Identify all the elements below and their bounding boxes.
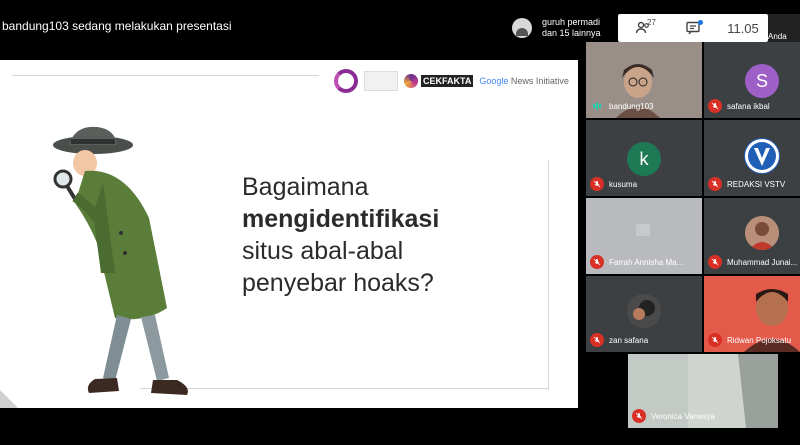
participant-video-icon — [636, 224, 650, 236]
mic-off-icon — [590, 177, 604, 191]
participant-photo-icon — [627, 294, 661, 328]
participant-label: Farrah Annisha Ma... — [590, 255, 683, 269]
news-initiative-text: News Initiative — [508, 76, 569, 86]
participant-photo-icon — [745, 216, 779, 250]
participant-tile[interactable]: bandung103 — [586, 42, 702, 118]
partner-logos: CEKFAKTA Google News Initiative — [334, 68, 569, 94]
slide-title-line: situs abal-abal — [242, 237, 404, 265]
speaking-indicator-icon — [590, 99, 604, 113]
participant-tile[interactable]: Ridwan Pojoksatu — [704, 276, 800, 352]
participant-name: Muhammad Junai... — [727, 257, 798, 267]
participant-label: zan safana — [590, 333, 648, 347]
participant-tile[interactable]: S safana ikbal — [704, 42, 800, 118]
participant-name: bandung103 — [609, 101, 654, 111]
participant-label: bandung103 — [590, 99, 654, 113]
clock: 11.05 — [718, 14, 768, 42]
slide-title: Bagaimana mengidentifikasi situs abal-ab… — [242, 171, 542, 299]
participant-label: Ridwan Pojoksatu — [708, 333, 791, 347]
slide-corner-decoration — [0, 390, 18, 408]
mic-off-icon — [590, 333, 604, 347]
participant-label: safana ikbal — [708, 99, 770, 113]
vstv-logo-icon — [744, 138, 780, 174]
self-view-tile[interactable]: Anda — [768, 14, 800, 42]
participant-name: Ridwan Pojoksatu — [727, 335, 792, 345]
partner-logo-icon — [364, 71, 398, 91]
mic-off-icon — [632, 409, 646, 423]
participant-label: Muhammad Junai... — [708, 255, 797, 269]
participant-name: Veronica Vanesya — [651, 411, 715, 421]
participant-tile[interactable]: Muhammad Junai... — [704, 198, 800, 274]
slide-title-line: penyebar hoaks? — [242, 269, 434, 297]
slide-frame-line — [12, 75, 319, 76]
participants-preview-text: guruh permadi dan 15 lainnya — [542, 17, 601, 39]
chat-unread-dot — [698, 20, 703, 25]
presentation-slide: CEKFAKTA Google News Initiative Bagaiman… — [0, 60, 578, 408]
mic-off-icon — [708, 333, 722, 347]
google-logo-text: Google — [479, 76, 509, 86]
mic-off-icon — [708, 255, 722, 269]
mic-off-icon — [590, 255, 604, 269]
participant-label: kusuma — [590, 177, 637, 191]
swirl-logo-icon — [334, 69, 358, 93]
participant-tile[interactable]: REDAKSI VSTV — [704, 120, 800, 196]
cekfakta-circle-icon — [404, 74, 418, 88]
participants-preview[interactable]: guruh permadi dan 15 lainnya — [508, 14, 618, 42]
cekfakta-logo-text: CEKFAKTA — [421, 75, 474, 87]
mic-off-icon — [708, 177, 722, 191]
participant-tile[interactable]: Farrah Annisha Ma... — [586, 198, 702, 274]
participant-grid: bandung103 S safana ikbal k kusuma REDAK… — [584, 42, 800, 445]
presenting-notice: bandung103 sedang melakukan presentasi — [2, 19, 232, 33]
slide-title-line-bold: mengidentifikasi — [242, 205, 440, 233]
participants-preview-name: guruh permadi — [542, 17, 601, 27]
participant-tile[interactable]: zan safana — [586, 276, 702, 352]
participant-name: Farrah Annisha Ma... — [609, 257, 684, 267]
participants-preview-more: dan 15 lainnya — [542, 28, 601, 38]
meeting-controls: 27 11.05 — [618, 14, 768, 42]
chat-button[interactable] — [668, 14, 718, 42]
meeting-top-bar: bandung103 sedang melakukan presentasi g… — [0, 0, 800, 42]
cekfakta-logo: CEKFAKTA — [404, 74, 474, 88]
participant-name: zan safana — [609, 335, 649, 345]
people-count: 27 — [647, 18, 656, 27]
detective-illustration-icon — [53, 126, 188, 395]
participant-name: kusuma — [609, 179, 638, 189]
google-news-initiative-logo: Google News Initiative — [479, 76, 569, 86]
participant-avatar: S — [745, 64, 779, 98]
slide-title-line: Bagaimana — [242, 173, 369, 201]
people-button[interactable]: 27 — [618, 14, 668, 42]
participant-label: Veronica Vanesya — [632, 409, 715, 423]
participant-label: REDAKSI VSTV — [708, 177, 785, 191]
participant-tile[interactable]: k kusuma — [586, 120, 702, 196]
self-view-label: Anda — [768, 32, 787, 41]
participant-name: REDAKSI VSTV — [727, 179, 786, 189]
participant-avatar-icon — [512, 18, 532, 38]
participant-avatar: k — [627, 142, 661, 176]
clock-time: 11.05 — [727, 20, 759, 36]
participant-name: safana ikbal — [727, 101, 770, 111]
mic-off-icon — [708, 99, 722, 113]
slide-frame-line — [548, 160, 549, 390]
participant-tile[interactable]: Veronica Vanesya — [628, 354, 778, 428]
